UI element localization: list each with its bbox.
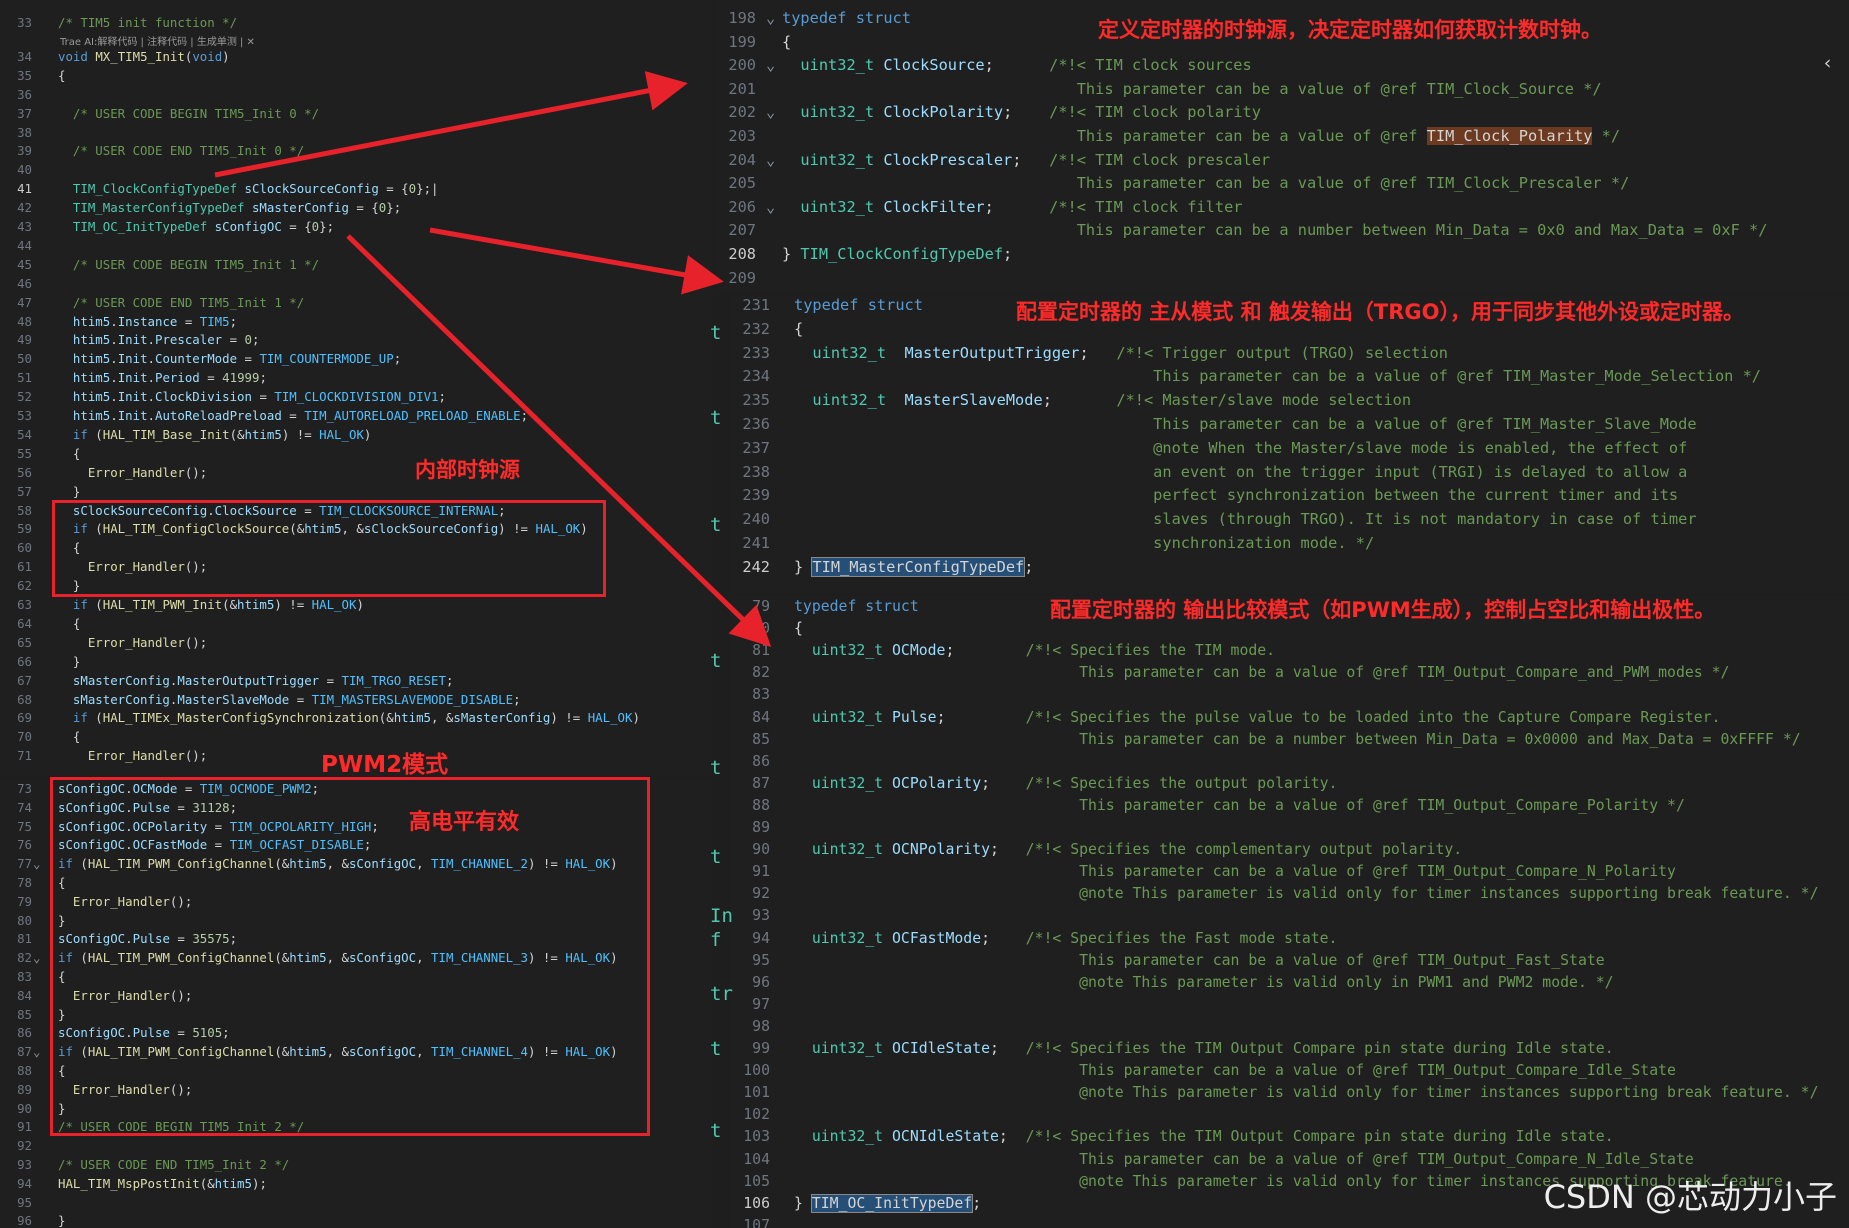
annotation-clock-source: 定义定时器的时钟源，决定定时器如何获取计数时钟。 xyxy=(1098,18,1602,42)
arrow-to-oc-init xyxy=(346,234,772,647)
annotation-internal-clock: 内部时钟源 xyxy=(415,458,520,482)
annotation-master-config: 配置定时器的 主从模式 和 触发输出（TRGO），用于同步其他外设或定时器。 xyxy=(1016,300,1745,324)
annotation-oc-config: 配置定时器的 输出比较模式（如PWM生成），控制占空比和输出极性。 xyxy=(1050,598,1716,622)
watermark: CSDN @芯动力小子 xyxy=(1543,1178,1837,1216)
arrow-to-clock-config xyxy=(214,71,688,178)
arrow-to-master-config xyxy=(429,227,724,295)
annotation-pwm2-mode: PWM2模式 xyxy=(321,752,449,778)
annotation-high-level: 高电平有效 xyxy=(409,810,520,835)
